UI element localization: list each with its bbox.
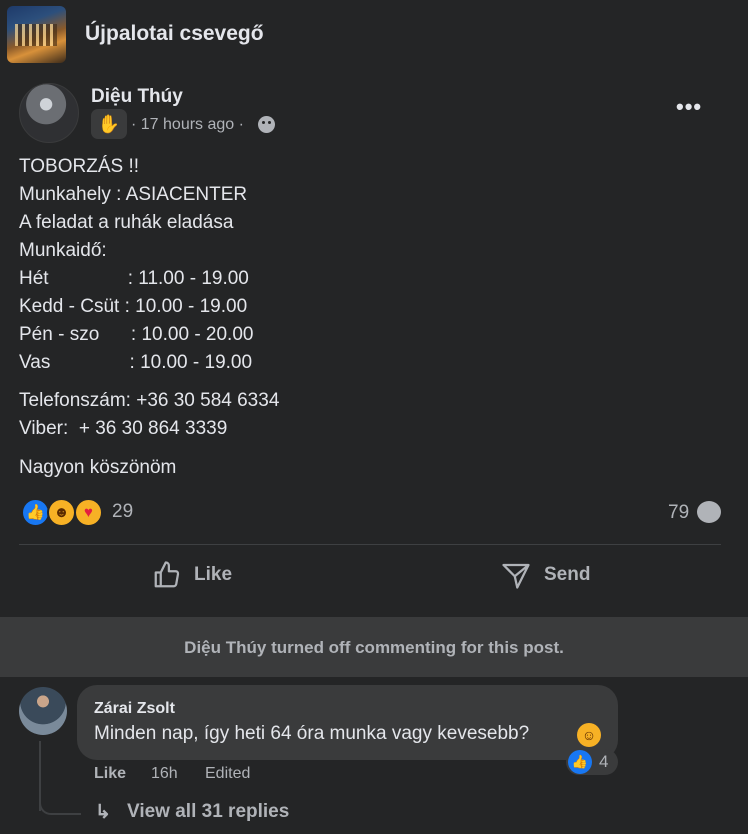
edited-label: Edited: [205, 765, 251, 782]
post-author-name[interactable]: Diệu Thúy: [91, 86, 183, 108]
comments-section: Zárai Zsolt Minden nap, így heti 64 óra …: [0, 677, 748, 834]
post-line: Nagyon köszönöm: [19, 457, 177, 478]
comment-timestamp[interactable]: 16h: [151, 765, 178, 783]
comment-bubble: Zárai Zsolt Minden nap, így heti 64 óra …: [77, 685, 618, 760]
comment-reactions[interactable]: 👍 4: [566, 749, 618, 775]
send-icon: [501, 560, 531, 596]
post-line: Vas : 10.00 - 19.00: [19, 352, 253, 373]
commenter-name[interactable]: Zárai Zsolt: [94, 700, 175, 718]
post-line: Munkaidő:: [19, 240, 107, 261]
like-icon: 👍: [21, 498, 50, 527]
group-cover-image[interactable]: [7, 6, 66, 63]
reply-arrow-icon: ↳: [95, 802, 111, 823]
comment-text: Minden nap, így heti 64 óra munka vagy k…: [94, 723, 530, 744]
group-header: Újpalotai csevegő: [0, 0, 748, 80]
send-label: Send: [544, 564, 591, 585]
view-replies-label: View all 31 replies: [127, 801, 290, 822]
comment-like-button[interactable]: Like: [94, 765, 126, 783]
post-line: TOBORZÁS !!: [19, 156, 140, 177]
post-card: Diệu Thúy ✋ · 17 hours ago · ••• TOBORZÁ…: [0, 80, 748, 617]
post-line: Viber: + 36 30 864 3339: [19, 418, 228, 439]
thumbs-up-icon: [152, 560, 182, 596]
like-label: Like: [194, 564, 233, 585]
divider: [19, 544, 721, 545]
reaction-count[interactable]: 29: [112, 501, 133, 523]
author-avatar[interactable]: [19, 83, 79, 143]
post-line: Hét : 11.00 - 19.00: [19, 268, 249, 289]
post-line: Munkahely : ASIACENTER: [19, 184, 248, 205]
group-members-icon: [258, 116, 275, 133]
care-icon: ♥: [74, 498, 103, 527]
post-line: A feladat a ruhák eladása: [19, 212, 234, 233]
waving-hand-icon: ✋: [91, 109, 127, 139]
group-name[interactable]: Újpalotai csevegő: [85, 22, 264, 46]
post-line: Pén - szo : 10.00 - 20.00: [19, 324, 254, 345]
like-icon: 👍: [568, 750, 592, 774]
notice-text: Diệu Thúy turned off commenting for this…: [184, 638, 564, 657]
post-timestamp[interactable]: · 17 hours ago ·: [131, 116, 244, 134]
comment-reaction-count: 4: [599, 752, 609, 771]
commenting-off-notice: Diệu Thúy turned off commenting for this…: [0, 617, 748, 677]
more-options-button[interactable]: •••: [676, 94, 702, 120]
commenter-avatar[interactable]: [19, 687, 67, 735]
post-line: Telefonszám: +36 30 584 6334: [19, 390, 280, 411]
post-line: Kedd - Csüt : 10.00 - 19.00: [19, 296, 248, 317]
thread-connector: [39, 777, 81, 815]
comment-count[interactable]: 79: [668, 502, 689, 524]
sweat-smile-emoji: ☺: [577, 723, 601, 747]
haha-icon: ☻: [47, 498, 76, 527]
comment-bubble-icon: [697, 501, 721, 523]
